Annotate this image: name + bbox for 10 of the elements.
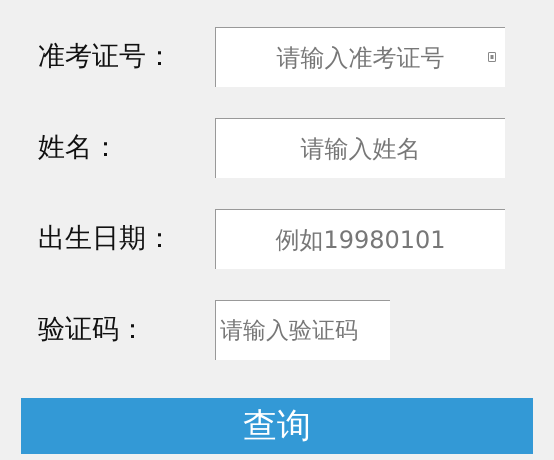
autofill-icon[interactable] bbox=[488, 52, 496, 62]
captcha-field[interactable]: 请输入验证码 bbox=[215, 300, 390, 360]
field-label: 姓名： bbox=[37, 131, 120, 165]
field-label: 出生日期： bbox=[37, 222, 174, 256]
input-field[interactable]: 请输入姓名 bbox=[215, 118, 505, 178]
field-label: 准考证号： bbox=[37, 40, 174, 74]
input-field[interactable]: 例如19980101 bbox=[215, 209, 505, 269]
input-field[interactable]: 请输入准考证号 bbox=[215, 27, 505, 87]
field-label: 验证码： bbox=[37, 313, 147, 347]
submit-button[interactable]: 查询 bbox=[21, 398, 533, 454]
